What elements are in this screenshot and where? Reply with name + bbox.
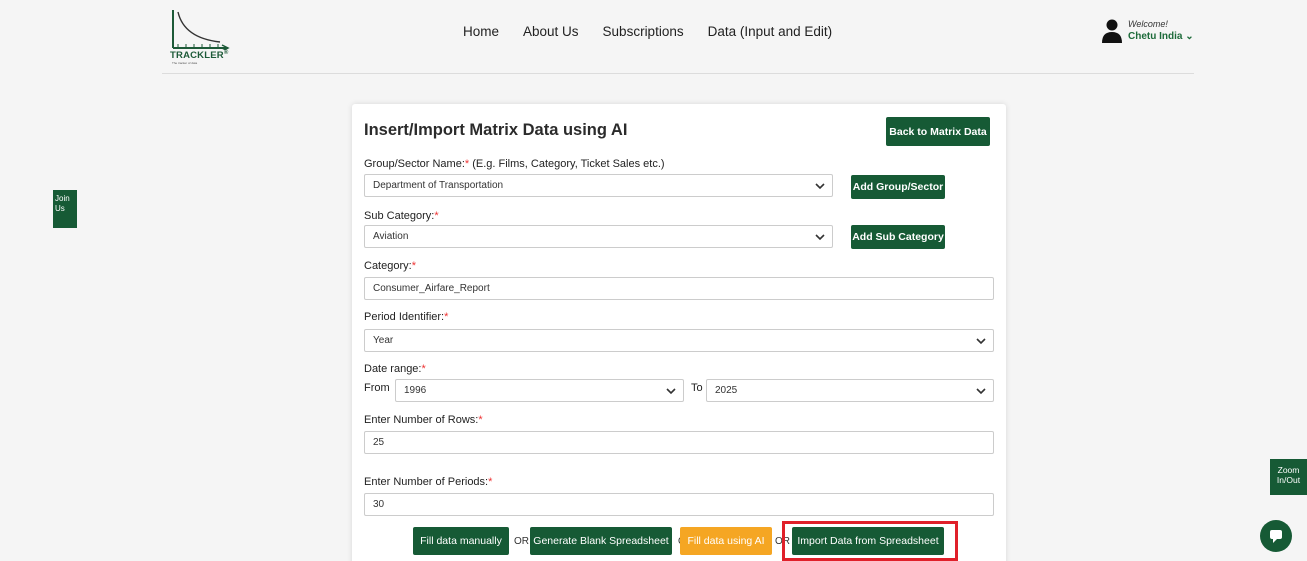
logo-chart-icon (172, 10, 230, 52)
chevron-down-icon (976, 338, 986, 345)
from-year-select[interactable]: 1996 (395, 379, 684, 402)
page-title: Insert/Import Matrix Data using AI (364, 121, 628, 139)
join-us-tab[interactable]: Join Us (53, 190, 77, 228)
category-input[interactable]: Consumer_Airfare_Report (364, 277, 994, 300)
periods-input-value: 30 (373, 499, 385, 510)
or-separator: OR (514, 536, 529, 547)
fill-manually-button[interactable]: Fill data manually (413, 527, 509, 555)
import-button-highlight (782, 521, 958, 561)
from-label: From (364, 382, 390, 394)
trackler-logo[interactable]: TRACKLER® The tracker of data (170, 10, 232, 68)
main-nav: Home About Us Subscriptions Data (Input … (463, 24, 856, 39)
period-label: Period Identifier:* (364, 311, 449, 323)
period-select-value: Year (373, 335, 394, 346)
subcategory-label: Sub Category:* (364, 210, 439, 222)
back-to-matrix-button[interactable]: Back to Matrix Data (886, 117, 990, 146)
chevron-down-icon (666, 388, 676, 395)
generate-blank-spreadsheet-button[interactable]: Generate Blank Spreadsheet (530, 527, 672, 555)
nav-about-us[interactable]: About Us (523, 24, 579, 39)
zoom-toggle-tab[interactable]: Zoom In/Out (1270, 459, 1307, 495)
category-label: Category:* (364, 260, 416, 272)
user-name-dropdown[interactable]: Chetu India ⌄ (1128, 31, 1194, 42)
navbar-divider (162, 73, 1194, 74)
add-subcategory-button[interactable]: Add Sub Category (851, 225, 945, 249)
top-navbar: TRACKLER® The tracker of data Home About… (0, 0, 1307, 74)
chat-icon (1270, 530, 1282, 543)
chat-button[interactable] (1260, 520, 1292, 552)
to-year-value: 2025 (715, 385, 738, 396)
nav-home[interactable]: Home (463, 24, 499, 39)
group-select[interactable]: Department of Transportation (364, 174, 833, 197)
chevron-down-icon: ⌄ (1185, 31, 1194, 42)
welcome-text: Welcome! (1128, 19, 1168, 29)
subcategory-select-value: Aviation (373, 231, 409, 242)
chevron-down-icon (815, 234, 825, 241)
rows-label: Enter Number of Rows:* (364, 414, 483, 426)
date-range-label: Date range:* (364, 363, 426, 375)
to-label: To (691, 382, 703, 394)
category-input-value: Consumer_Airfare_Report (373, 283, 490, 294)
logo-tagline: The tracker of data (172, 61, 198, 65)
fill-data-ai-button[interactable]: Fill data using AI (680, 527, 772, 555)
logo-text: TRACKLER® (170, 50, 229, 61)
add-group-button[interactable]: Add Group/Sector (851, 175, 945, 199)
group-select-value: Department of Transportation (373, 180, 504, 191)
rows-input-value: 25 (373, 437, 385, 448)
group-label: Group/Sector Name:* (E.g. Films, Categor… (364, 158, 665, 170)
user-avatar-icon (1102, 19, 1122, 43)
periods-input[interactable]: 30 (364, 493, 994, 516)
nav-data-input-edit[interactable]: Data (Input and Edit) (708, 24, 833, 39)
rows-input[interactable]: 25 (364, 431, 994, 454)
to-year-select[interactable]: 2025 (706, 379, 994, 402)
chevron-down-icon (815, 183, 825, 190)
nav-subscriptions[interactable]: Subscriptions (603, 24, 684, 39)
chevron-down-icon (976, 388, 986, 395)
subcategory-select[interactable]: Aviation (364, 225, 833, 248)
period-select[interactable]: Year (364, 329, 994, 352)
periods-label: Enter Number of Periods:* (364, 476, 493, 488)
from-year-value: 1996 (404, 385, 427, 396)
